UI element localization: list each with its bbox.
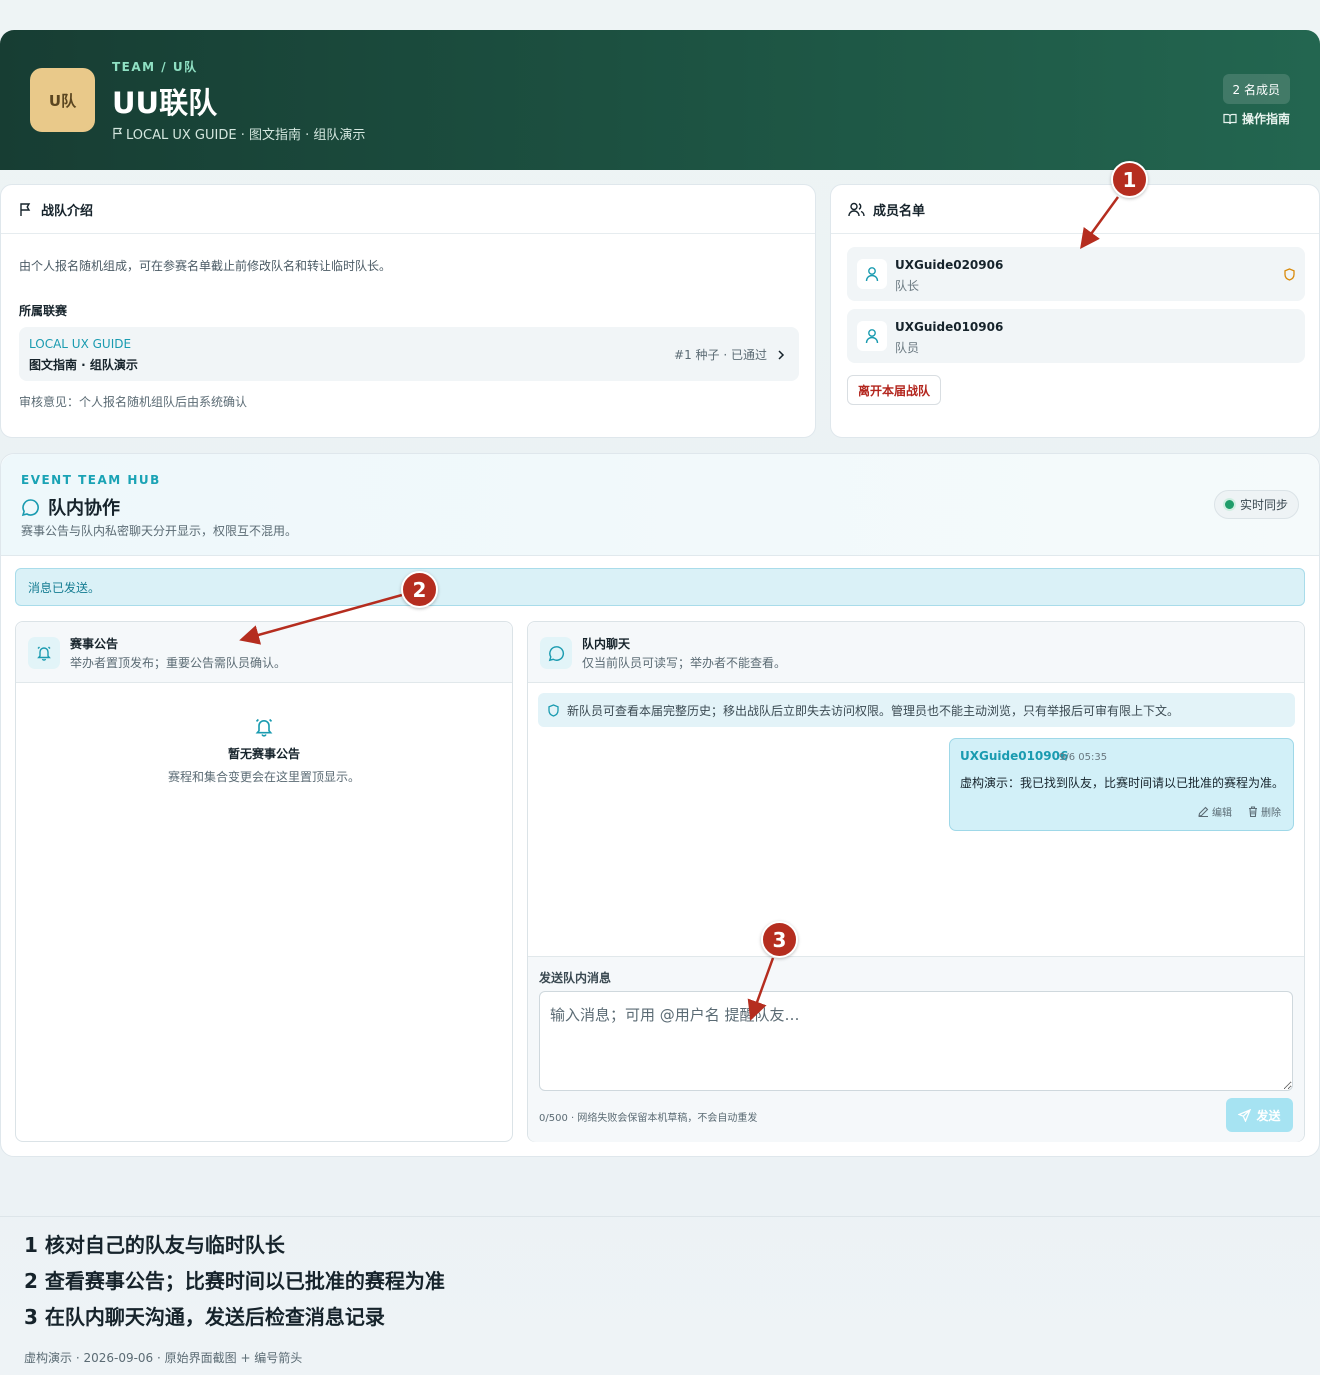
user-icon (857, 321, 887, 351)
empty-subtitle: 赛程和集合变更会在这里置顶显示。 (167, 770, 360, 784)
breadcrumb: TEAM / U队 (112, 60, 198, 74)
member-count-badge: 2 名成员 (1222, 74, 1290, 104)
flag-icon (20, 202, 31, 216)
delete-message-button[interactable]: 删除 (1248, 804, 1281, 819)
chat-header: 队内聊天 仅当前队员可读写；举办者不能查看。 (528, 622, 1304, 683)
team-intro-card: 战队介绍 由个人报名随机组成，可在参赛名单截止前修改队名和转让临时队长。 所属联… (0, 184, 816, 438)
step-1: 1 核对自己的队友与临时队长 (24, 1233, 285, 1257)
leave-team-button[interactable]: 离开本届战队 (847, 375, 942, 405)
message-text: 虚构演示：我已找到队友，比赛时间请以已批准的赛程为准。 (960, 776, 1285, 790)
empty-title: 暂无赛事公告 (227, 747, 300, 761)
annotation-marker-3: 3 (761, 921, 798, 958)
hub-header: EVENT TEAM HUB 队内协作 赛事公告与队内私密聊天分开显示，权限互不… (1, 454, 1319, 556)
message-timestamp: 9/6 05:35 (1059, 752, 1108, 763)
message-composer: 发送队内消息 0/500 · 网络失败会保留本机草稿，不会自动重发 发送 (528, 956, 1304, 1142)
team-header: U队 TEAM / U队 UU联队 LOCAL UX GUIDE · 图文指南 … (0, 30, 1320, 170)
hub-title-text: 队内协作 (48, 498, 120, 519)
announcements-header: 赛事公告 举办者置顶发布；重要公告需队员确认。 (16, 622, 512, 683)
send-button[interactable]: 发送 (1226, 1098, 1293, 1132)
member-name: UXGuide020906 (895, 258, 1004, 272)
divider (0, 1216, 1320, 1217)
members-title: 成员名单 (873, 203, 926, 219)
member-role: 队长 (895, 279, 920, 293)
composer-label: 发送队内消息 (539, 971, 612, 985)
intro-title: 战队介绍 (41, 203, 94, 219)
shield-icon (1284, 268, 1295, 281)
step-3: 3 在队内聊天沟通，发送后检查消息记录 (24, 1305, 385, 1329)
step-2: 2 查看赛事公告；比赛时间以已批准的赛程为准 (24, 1269, 445, 1293)
hub-subtitle: 赛事公告与队内私密聊天分开显示，权限互不混用。 (21, 524, 298, 538)
member-row[interactable]: UXGuide010906 队员 (847, 309, 1305, 363)
send-label: 发送 (1256, 1108, 1281, 1123)
chat-subtitle: 仅当前队员可读写；举办者不能查看。 (582, 656, 787, 670)
league-label: 所属联赛 (19, 304, 68, 318)
announcements-title: 赛事公告 (70, 637, 119, 651)
users-icon (848, 202, 865, 216)
review-note: 审核意见：个人报名随机组队后由系统确认 (19, 395, 248, 409)
sync-status-badge: 实时同步 (1213, 490, 1299, 519)
league-status: #1 种子 · 已通过 (674, 346, 785, 363)
intro-description: 由个人报名随机组成，可在参赛名单截止前修改队名和转让临时队长。 (19, 259, 392, 273)
guide-link[interactable]: 操作指南 (1223, 110, 1290, 127)
flag-icon (113, 127, 123, 139)
book-icon (1223, 113, 1237, 124)
league-status-text: #1 种子 · 已通过 (674, 348, 767, 362)
message-actions: 编辑 删除 (1198, 804, 1281, 819)
chat-message: UXGuide010906 9/6 05:35 虚构演示：我已找到队友，比赛时间… (949, 738, 1294, 831)
annotation-marker-1: 1 (1111, 161, 1148, 198)
annotation-marker-2: 2 (401, 571, 438, 608)
intro-header: 战队介绍 (1, 185, 815, 234)
message-author[interactable]: UXGuide010906 (960, 749, 1068, 763)
team-avatar: U队 (30, 68, 95, 132)
announcements-panel: 赛事公告 举办者置顶发布；重要公告需队员确认。 暂无赛事公告 赛程和集合变更会在… (15, 621, 513, 1142)
edit-label: 编辑 (1212, 808, 1232, 819)
hub-kicker: EVENT TEAM HUB (21, 473, 161, 487)
user-icon (857, 259, 887, 289)
hub-title: 队内协作 (21, 494, 120, 520)
pencil-icon (1198, 806, 1209, 817)
chat-bubble-icon (540, 637, 572, 669)
bell-icon (255, 718, 273, 737)
chat-bubble-icon (21, 498, 39, 516)
privacy-notice-text: 新队员可查看本届完整历史；移出战队后立即失去访问权限。管理员也不能主动浏览，只有… (567, 703, 1180, 718)
member-row[interactable]: UXGuide020906 队长 (847, 247, 1305, 301)
guide-link-label: 操作指南 (1241, 112, 1290, 126)
sent-notice: 消息已发送。 (15, 568, 1305, 606)
announcements-subtitle: 举办者置顶发布；重要公告需队员确认。 (70, 656, 287, 670)
send-icon (1238, 1108, 1252, 1122)
caption: 虚构演示 · 2026-09-06 · 原始界面截图 + 编号箭头 (24, 1351, 303, 1365)
delete-label: 删除 (1261, 808, 1281, 819)
trash-icon (1249, 806, 1257, 817)
composer-hint: 0/500 · 网络失败会保留本机草稿，不会自动重发 (539, 1113, 758, 1124)
league-subtitle: 图文指南 · 组队演示 (29, 358, 138, 372)
member-role: 队员 (895, 341, 920, 355)
shield-icon (548, 703, 559, 717)
message-input[interactable] (539, 991, 1293, 1091)
team-subtitle-text: LOCAL UX GUIDE · 图文指南 · 组队演示 (126, 128, 366, 143)
status-dot (1224, 500, 1234, 509)
league-link[interactable]: LOCAL UX GUIDE 图文指南 · 组队演示 #1 种子 · 已通过 (19, 327, 799, 381)
members-header: 成员名单 (831, 185, 1319, 234)
bell-icon (28, 637, 60, 669)
team-title: UU联队 (112, 86, 218, 120)
team-subtitle: LOCAL UX GUIDE · 图文指南 · 组队演示 (112, 124, 365, 143)
privacy-notice: 新队员可查看本届完整历史；移出战队后立即失去访问权限。管理员也不能主动浏览，只有… (538, 693, 1295, 727)
team-chat-panel: 队内聊天 仅当前队员可读写；举办者不能查看。 新队员可查看本届完整历史；移出战队… (527, 621, 1305, 1142)
member-list-card: 成员名单 UXGuide020906 队长 UXGuide010906 队员 离… (830, 184, 1320, 438)
sync-label: 实时同步 (1239, 498, 1288, 512)
empty-state: 暂无赛事公告 赛程和集合变更会在这里置顶显示。 (16, 717, 512, 785)
edit-message-button[interactable]: 编辑 (1198, 804, 1232, 819)
league-name: LOCAL UX GUIDE (29, 337, 132, 351)
chevron-right-icon (778, 349, 785, 360)
member-name: UXGuide010906 (895, 320, 1004, 334)
chat-title: 队内聊天 (582, 637, 631, 651)
